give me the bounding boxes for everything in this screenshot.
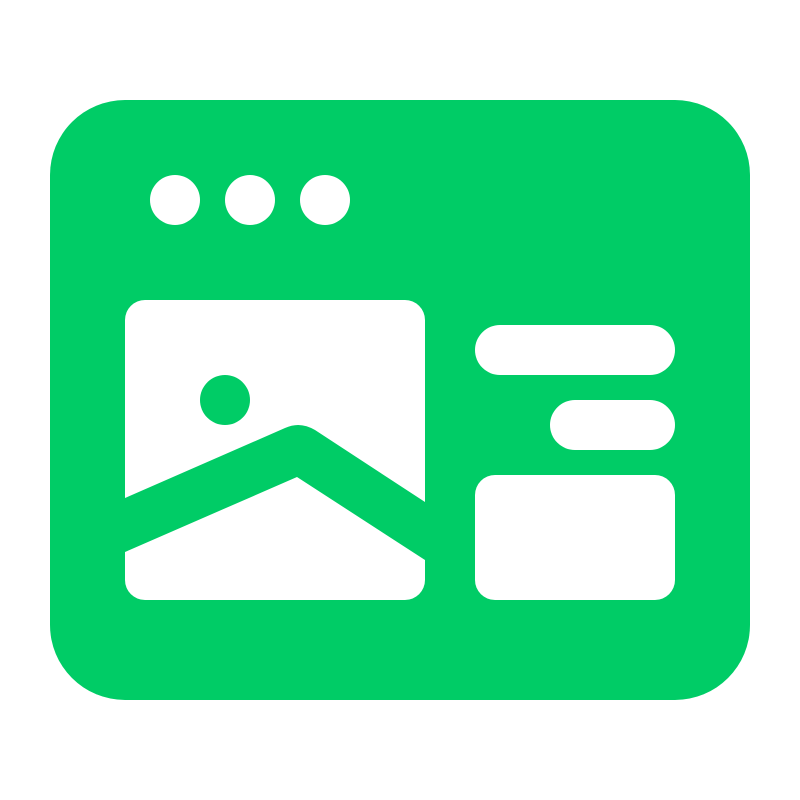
content-block (475, 475, 675, 600)
window-dot-2 (225, 175, 275, 225)
browser-window-image-layout-icon (50, 100, 750, 700)
text-line-long (475, 325, 675, 375)
image-sun-icon (200, 375, 250, 425)
text-line-short (550, 400, 675, 450)
window-dot-3 (300, 175, 350, 225)
icon-canvas (0, 0, 800, 800)
window-dot-1 (150, 175, 200, 225)
